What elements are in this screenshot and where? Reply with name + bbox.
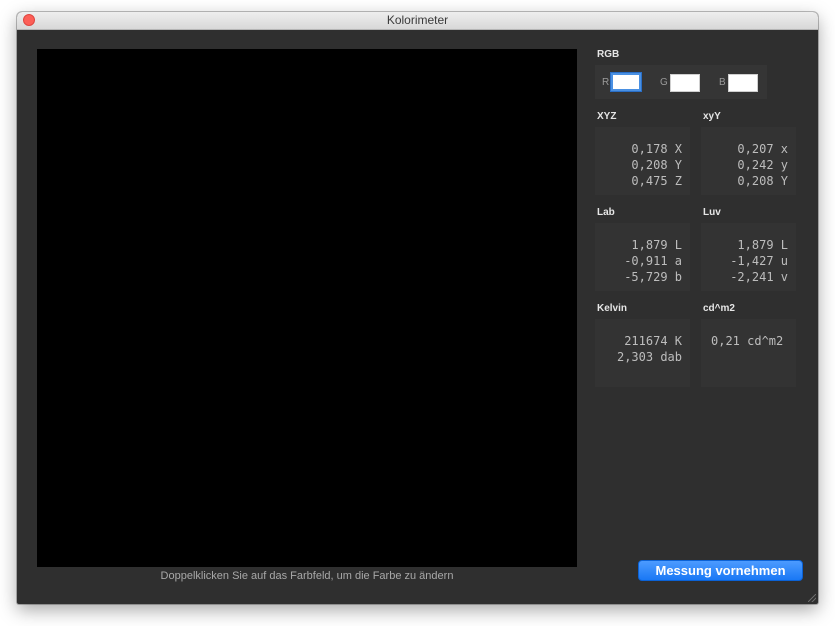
luv-section-label: Luv (703, 207, 721, 218)
luv-l-value: 1,879 L (737, 238, 788, 252)
xyy-section-label: xyY (703, 111, 721, 122)
lab-section-label: Lab (597, 207, 615, 218)
xyy-y-value: 0,242 y (737, 158, 788, 172)
kelvin-temp-value: 211674 K (624, 334, 682, 348)
xyy-big-y-value: 0,208 Y (737, 174, 788, 188)
kelvin-panel: 211674 K 2,303 dab (595, 319, 690, 387)
xyz-x-value: 0,178 X (631, 142, 682, 156)
kelvin-dab-value: 2,303 dab (616, 350, 682, 364)
measure-button[interactable]: Messung vornehmen (638, 560, 803, 581)
xyz-z-value: 0,475 Z (631, 174, 682, 188)
b-input[interactable] (728, 74, 758, 92)
xyz-section-label: XYZ (597, 111, 617, 122)
kelvin-section-label: Kelvin (597, 303, 628, 314)
r-label: R (602, 77, 610, 88)
luv-v-value: -2,241 v (730, 270, 788, 284)
xyz-panel: 0,178 X 0,208 Y 0,475 Z (595, 127, 690, 195)
lab-b-value: -5,729 b (624, 270, 682, 284)
r-input[interactable] (611, 73, 641, 91)
lab-panel: 1,879 L -0,911 a -5,729 b (595, 223, 690, 291)
luv-panel: 1,879 L -1,427 u -2,241 v (701, 223, 796, 291)
lab-l-value: 1,879 L (631, 238, 682, 252)
g-input[interactable] (670, 74, 700, 92)
xyy-x-value: 0,207 x (737, 142, 788, 156)
title-bar[interactable]: Kolorimeter (17, 12, 818, 30)
luminance-section-label: cd^m2 (703, 303, 735, 314)
window-title: Kolorimeter (386, 13, 449, 27)
lab-a-value: -0,911 a (624, 254, 682, 268)
xyy-panel: 0,207 x 0,242 y 0,208 Y (701, 127, 796, 195)
swatch-hint: Doppelklicken Sie auf das Farbfeld, um d… (160, 570, 454, 582)
kolorimeter-window: Kolorimeter Doppelklicken Sie auf das Fa… (17, 12, 818, 604)
luminance-value: 0,21 cd^m2 (711, 334, 784, 348)
rgb-panel: R G B (595, 65, 767, 99)
rgb-section-label: RGB (597, 49, 620, 60)
xyz-y-value: 0,208 Y (631, 158, 682, 172)
luminance-panel: 0,21 cd^m2 (701, 319, 796, 387)
resize-grip-icon[interactable] (808, 594, 816, 602)
b-label: B (719, 77, 726, 88)
luv-u-value: -1,427 u (730, 254, 788, 268)
color-swatch[interactable] (37, 49, 577, 567)
g-label: G (660, 77, 668, 88)
